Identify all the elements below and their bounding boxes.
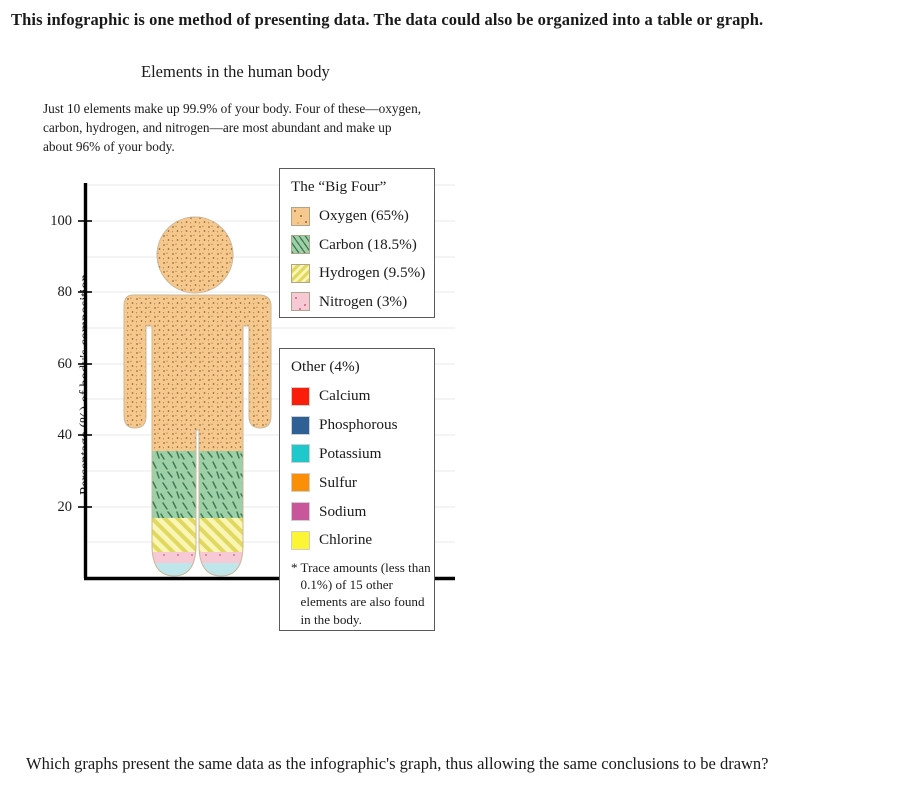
legend-label-hydrogen: Hydrogen (9.5%) <box>319 264 426 282</box>
legend-label-carbon: Carbon (18.5%) <box>319 235 417 253</box>
legend-other-title: Other (4%) <box>291 358 360 375</box>
y-axis-label: Percentage (%) of body's composition <box>77 274 94 495</box>
legend-label-chlorine: Chlorine <box>319 531 373 549</box>
legend-label-oxygen: Oxygen (65%) <box>319 207 409 225</box>
legend-label-nitrogen: Nitrogen (3%) <box>319 292 408 310</box>
swatch-potassium-icon <box>291 444 310 464</box>
legend-label-phosphorous: Phosphorous <box>319 416 398 434</box>
legend-label-calcium: Calcium <box>319 387 371 405</box>
footnote-text: Trace amounts (less than 0.1%) of 15 oth… <box>300 559 431 627</box>
swatch-oxygen-icon <box>291 206 310 226</box>
bottom-question-text: Which graphs present the same data as th… <box>26 754 769 773</box>
infographic-description: Just 10 elements make up 99.9% of your b… <box>43 101 422 154</box>
legend-item-oxygen[interactable]: Oxygen (65%) <box>291 202 434 231</box>
y-tick-100: 100 <box>50 212 72 229</box>
infographic-title: Elements in the human body <box>141 62 330 81</box>
legend-item-hydrogen[interactable]: Hydrogen (9.5%) <box>291 259 434 288</box>
legend-item-carbon[interactable]: Carbon (18.5%) <box>291 231 434 260</box>
swatch-sodium-icon <box>291 502 310 522</box>
legend-other-footnote: * Trace amounts (less than 0.1%) of 15 o… <box>291 559 434 628</box>
legend-label-sodium: Sodium <box>319 502 367 520</box>
swatch-hydrogen-icon <box>291 263 310 283</box>
top-prompt-text: This infographic is one method of presen… <box>11 10 764 29</box>
legend-big-four-title: The “Big Four” <box>291 178 387 195</box>
legend-item-sodium[interactable]: Sodium <box>291 497 434 526</box>
swatch-sulfur-icon <box>291 473 310 493</box>
pictogram-outline <box>123 216 272 577</box>
swatch-chlorine-icon <box>291 530 310 550</box>
legend-other: Other (4%) Calcium Phosphorous Potassium… <box>279 348 435 631</box>
swatch-calcium-icon <box>291 386 310 406</box>
legend-item-potassium[interactable]: Potassium <box>291 440 434 469</box>
swatch-nitrogen-icon <box>291 292 310 312</box>
legend-label-sulfur: Sulfur <box>319 473 357 491</box>
y-tick-60: 60 <box>57 355 73 372</box>
y-tick-40: 40 <box>57 426 73 443</box>
legend-item-phosphorous[interactable]: Phosphorous <box>291 411 434 440</box>
legend-item-calcium[interactable]: Calcium <box>291 382 434 411</box>
legend-item-nitrogen[interactable]: Nitrogen (3%) <box>291 288 434 317</box>
swatch-phosphorous-icon <box>291 415 310 435</box>
legend-item-sulfur[interactable]: Sulfur <box>291 468 434 497</box>
legend-big-four: The “Big Four” Oxygen (65%) Carbon (18.5… <box>279 168 435 318</box>
legend-label-potassium: Potassium <box>319 444 382 462</box>
y-axis-tick-labels: Percentage (%) of body's composition 100… <box>44 0 93 804</box>
legend-item-chlorine[interactable]: Chlorine <box>291 526 434 555</box>
y-tick-80: 80 <box>57 283 73 300</box>
y-tick-20: 20 <box>57 498 73 515</box>
swatch-carbon-icon <box>291 235 310 255</box>
footnote-asterisk: * <box>291 559 298 575</box>
